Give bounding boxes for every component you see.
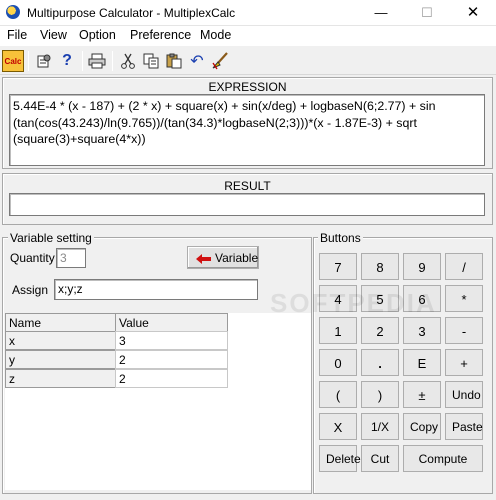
key-decimal[interactable]: . (361, 349, 399, 376)
key-9[interactable]: 9 (403, 253, 441, 280)
key-5[interactable]: 5 (361, 285, 399, 312)
paste-icon[interactable] (163, 50, 185, 72)
table-row-name[interactable]: z (5, 369, 116, 388)
compute-button[interactable]: Compute (403, 445, 483, 472)
expression-text: 5.44E-4 * (x - 187) + (2 * x) + square(x… (13, 99, 439, 147)
variable-setting-label: Variable setting (8, 231, 94, 245)
maximize-button[interactable]: ☐ (404, 0, 450, 26)
assign-input[interactable]: x;y;z (54, 279, 258, 300)
buttons-group-label: Buttons (318, 231, 363, 245)
help-icon[interactable]: ? (56, 50, 78, 72)
close-button[interactable]: ✕ (450, 0, 496, 26)
menu-view[interactable]: View (40, 28, 67, 42)
key-0[interactable]: 0 (319, 349, 357, 376)
key-open-paren[interactable]: ( (319, 381, 357, 408)
settings-icon[interactable] (33, 50, 55, 72)
title-bar: Multipurpose Calculator - MultiplexCalc … (0, 0, 496, 26)
key-minus[interactable]: - (445, 317, 483, 344)
menu-bar: File View Option Preference Mode (0, 26, 496, 46)
menu-option[interactable]: Option (79, 28, 116, 42)
printer-icon[interactable] (86, 50, 108, 72)
paste-button[interactable]: Paste (445, 413, 483, 440)
toolbar: Calc ? ↶ (0, 47, 496, 75)
table-row-name[interactable]: y (5, 350, 116, 369)
delete-button[interactable]: Delete (319, 445, 361, 472)
key-2[interactable]: 2 (361, 317, 399, 344)
key-x[interactable]: X (319, 413, 357, 440)
result-field[interactable] (9, 193, 485, 216)
key-multiply[interactable]: * (445, 285, 483, 312)
key-8[interactable]: 8 (361, 253, 399, 280)
minimize-button[interactable]: — (358, 0, 404, 26)
quantity-label: Quantity (10, 251, 55, 265)
variable-button-label: Variable (215, 251, 259, 265)
table-row-value[interactable]: 2 (115, 350, 228, 369)
toolbar-separator (82, 51, 83, 71)
key-reciprocal[interactable]: 1/X (361, 413, 399, 440)
menu-file[interactable]: File (7, 28, 27, 42)
key-1[interactable]: 1 (319, 317, 357, 344)
key-close-paren[interactable]: ) (361, 381, 399, 408)
undo-icon[interactable]: ↶ (186, 50, 208, 72)
table-row-value[interactable]: 2 (115, 369, 228, 388)
table-row-value[interactable]: 3 (115, 331, 228, 350)
toolbar-separator (28, 51, 29, 71)
key-7[interactable]: 7 (319, 253, 357, 280)
undo-button[interactable]: Undo (445, 381, 483, 408)
column-header-value[interactable]: Value (115, 313, 228, 332)
assign-label: Assign (12, 283, 49, 297)
app-icon (6, 5, 20, 19)
key-4[interactable]: 4 (319, 285, 357, 312)
menu-preference[interactable]: Preference (130, 28, 191, 42)
quantity-input[interactable]: 3 (56, 248, 86, 268)
menu-mode[interactable]: Mode (200, 28, 231, 42)
key-3[interactable]: 3 (403, 317, 441, 344)
copy-icon[interactable] (140, 50, 162, 72)
key-plus-minus[interactable]: ± (403, 381, 441, 408)
arrow-left-icon (196, 253, 212, 267)
copy-button[interactable]: Copy (403, 413, 441, 440)
result-label: RESULT (224, 179, 271, 193)
key-plus[interactable]: + (445, 349, 483, 376)
cut-button[interactable]: Cut (361, 445, 399, 472)
expression-label: EXPRESSION (208, 80, 287, 94)
key-exponent[interactable]: E (403, 349, 441, 376)
calc-icon[interactable]: Calc (2, 50, 24, 72)
window-title: Multipurpose Calculator - MultiplexCalc (27, 6, 236, 20)
variable-button[interactable]: Variable (187, 246, 259, 269)
column-header-name[interactable]: Name (5, 313, 116, 332)
scissors-icon[interactable] (117, 50, 139, 72)
key-6[interactable]: 6 (403, 285, 441, 312)
clear-brush-icon[interactable] (209, 50, 231, 72)
key-divide[interactable]: / (445, 253, 483, 280)
table-row-name[interactable]: x (5, 331, 116, 350)
toolbar-separator (112, 51, 113, 71)
